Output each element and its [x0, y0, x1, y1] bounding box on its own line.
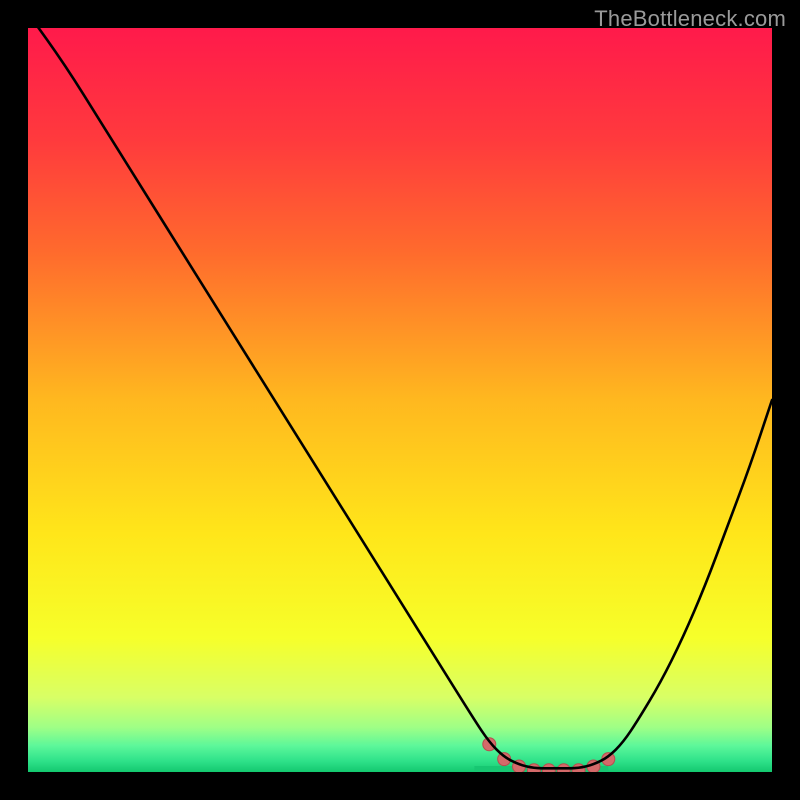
- bottleneck-chart: [28, 28, 772, 772]
- watermark-text: TheBottleneck.com: [594, 6, 786, 32]
- gradient-background: [28, 28, 772, 772]
